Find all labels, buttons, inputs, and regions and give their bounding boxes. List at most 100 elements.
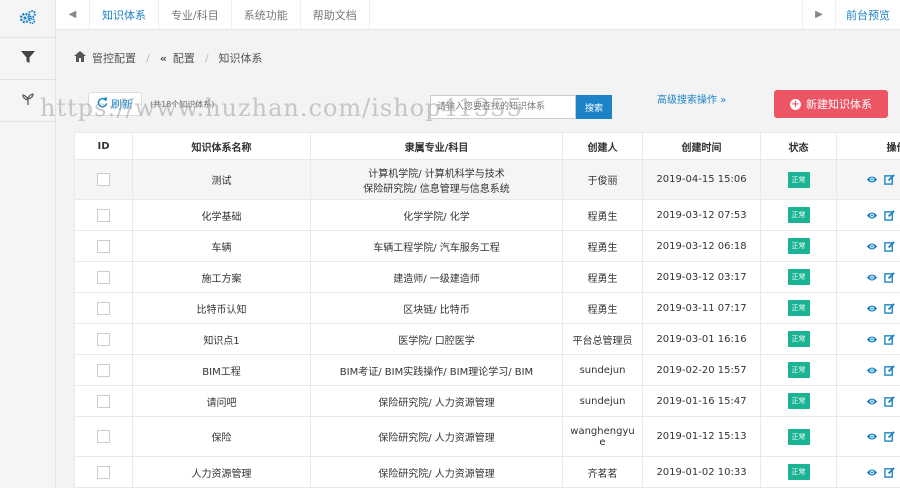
view-icon[interactable]	[866, 366, 878, 375]
cell-id	[74, 323, 133, 355]
col-header-creator[interactable]: 创建人	[562, 132, 643, 160]
breadcrumb-config[interactable]: 配置	[173, 50, 195, 66]
col-header-name[interactable]: 知识体系名称	[132, 132, 311, 160]
tab-major-subject[interactable]: 专业/科目	[159, 0, 232, 29]
cell-creator: sundejun	[562, 385, 643, 417]
col-header-time[interactable]: 创建时间	[642, 132, 761, 160]
row-checkbox[interactable]	[97, 208, 110, 222]
double-chevron-down-icon: »	[720, 95, 727, 106]
table-row[interactable]: 化学基础 化学学院/ 化学 程勇生 2019-03-12 07:53 正常	[74, 199, 900, 231]
cell-actions	[836, 385, 900, 417]
cell-creator: sundejun	[562, 354, 643, 386]
row-checkbox[interactable]	[97, 239, 110, 253]
cell-creator: 于俊丽	[562, 159, 643, 200]
cell-creator: 齐茗茗	[562, 456, 643, 488]
front-preview-link[interactable]: 前台预览	[836, 0, 900, 29]
major-text: 建造师/ 一级建造师	[393, 273, 480, 285]
major-text: 化学学院/ 化学	[403, 211, 470, 223]
tab-system-functions[interactable]: 系统功能	[232, 0, 301, 29]
edit-icon[interactable]	[884, 271, 895, 283]
cell-major: 车辆工程学院/ 汽车服务工程	[310, 230, 563, 262]
col-header-id[interactable]: ID	[74, 132, 133, 160]
edit-icon[interactable]	[884, 174, 895, 185]
cell-id	[74, 199, 133, 231]
table-row[interactable]: 知识点1 医学院/ 口腔医学 平台总管理员 2019-03-01 16:16 正…	[74, 323, 900, 355]
cell-creator: 平台总管理员	[562, 323, 643, 355]
edit-icon[interactable]	[884, 466, 895, 478]
search-input[interactable]	[430, 95, 576, 119]
cell-name: 车辆	[132, 230, 311, 262]
refresh-button[interactable]: 刷新	[88, 92, 142, 116]
view-icon[interactable]	[866, 273, 878, 282]
edit-icon[interactable]	[884, 364, 895, 376]
col-header-status[interactable]: 状态	[760, 132, 837, 160]
advanced-search-toggle[interactable]: 高级搜索操作 »	[657, 91, 726, 106]
row-checkbox[interactable]	[97, 173, 110, 186]
breadcrumb-home[interactable]: 管控配置	[92, 50, 136, 66]
table-row[interactable]: 请问吧 保险研究院/ 人力资源管理 sundejun 2019-01-16 15…	[74, 385, 900, 417]
table-row[interactable]: 比特币认知 区块链/ 比特币 程勇生 2019-03-11 07:17 正常	[74, 292, 900, 324]
cell-status: 正常	[760, 292, 837, 324]
cell-actions	[836, 261, 900, 293]
row-checkbox[interactable]	[97, 394, 110, 408]
cell-id	[74, 159, 133, 200]
row-checkbox[interactable]	[97, 465, 110, 479]
new-knowledge-system-button[interactable]: + 新建知识体系	[774, 90, 888, 118]
col-header-major[interactable]: 隶属专业/科目	[310, 132, 563, 160]
cell-id	[74, 354, 133, 386]
row-actions	[841, 364, 900, 376]
view-icon[interactable]	[866, 432, 878, 441]
cell-id	[74, 292, 133, 324]
edit-icon[interactable]	[884, 209, 895, 221]
major-text: BIM考证/ BIM实践操作/ BIM理论学习/ BIM	[339, 366, 534, 378]
table-row[interactable]: 车辆 车辆工程学院/ 汽车服务工程 程勇生 2019-03-12 06:18 正…	[74, 230, 900, 262]
cell-name: 请问吧	[132, 385, 311, 417]
view-icon[interactable]	[866, 468, 878, 477]
edit-icon[interactable]	[884, 302, 895, 314]
sidebar-filter[interactable]	[0, 38, 55, 80]
table-row[interactable]: BIM工程 BIM考证/ BIM实践操作/ BIM理论学习/ BIM sunde…	[74, 354, 900, 386]
tab-help-docs[interactable]: 帮助文档	[301, 0, 370, 29]
row-checkbox[interactable]	[97, 363, 110, 377]
view-icon[interactable]	[866, 175, 878, 184]
table-row[interactable]: 施工方案 建造师/ 一级建造师 程勇生 2019-03-12 03:17 正常	[74, 261, 900, 293]
major-text: 保险研究院/ 人力资源管理	[378, 397, 495, 409]
cell-major: 保险研究院/ 人力资源管理	[310, 416, 563, 457]
top-tab-bar: ◀︎ 知识体系 专业/科目 系统功能 帮助文档 ▶︎ 前台预览	[56, 0, 900, 30]
view-icon[interactable]	[866, 211, 878, 220]
tab-knowledge-system[interactable]: 知识体系	[90, 0, 159, 29]
cell-id	[74, 261, 133, 293]
row-checkbox[interactable]	[97, 430, 110, 443]
edit-icon[interactable]	[884, 395, 895, 407]
search-button[interactable]: 搜索	[576, 95, 612, 119]
creator-text: 于俊丽	[587, 176, 618, 187]
view-icon[interactable]	[866, 304, 878, 313]
row-checkbox[interactable]	[97, 332, 110, 346]
tab-scroll-right[interactable]: ▶︎	[802, 0, 836, 29]
view-icon[interactable]	[866, 335, 878, 344]
list-toolbar: 刷新 (共18个知识体系) 搜索 高级搜索操作 » + 新建知识体系	[74, 88, 888, 122]
view-icon[interactable]	[866, 397, 878, 406]
row-checkbox[interactable]	[97, 270, 110, 284]
tab-scroll-left[interactable]: ◀︎	[56, 0, 90, 29]
edit-icon[interactable]	[884, 333, 895, 345]
view-icon[interactable]	[866, 242, 878, 251]
sidebar-leaf[interactable]	[0, 80, 55, 122]
table-row[interactable]: 人力资源管理 保险研究院/ 人力资源管理 齐茗茗 2019-01-02 10:3…	[74, 456, 900, 488]
major-text: 计算机学院/ 计算机科学与技术	[368, 168, 505, 180]
major-text-2: 保险研究院/ 信息管理与信息系统	[363, 183, 510, 195]
major-text: 区块链/ 比特币	[403, 304, 470, 316]
table-row[interactable]: 保险 保险研究院/ 人力资源管理 wanghengyu e 2019-01-12 …	[74, 416, 900, 457]
cell-major: BIM考证/ BIM实践操作/ BIM理论学习/ BIM	[310, 354, 563, 386]
sidebar-settings[interactable]	[0, 0, 55, 38]
creator-text: wanghengyu	[570, 425, 635, 437]
edit-icon[interactable]	[884, 431, 895, 442]
creator-text: 平台总管理员	[572, 335, 633, 347]
cell-time: 2019-01-02 10:33	[642, 456, 761, 488]
row-actions	[841, 333, 900, 345]
edit-icon[interactable]	[884, 240, 895, 252]
skip-forward-icon: ▶︎	[815, 9, 823, 20]
table-row[interactable]: 测试 计算机学院/ 计算机科学与技术 保险研究院/ 信息管理与信息系统 于俊丽 2…	[74, 159, 900, 200]
row-checkbox[interactable]	[97, 301, 110, 315]
cell-time: 2019-03-01 16:16	[642, 323, 761, 355]
